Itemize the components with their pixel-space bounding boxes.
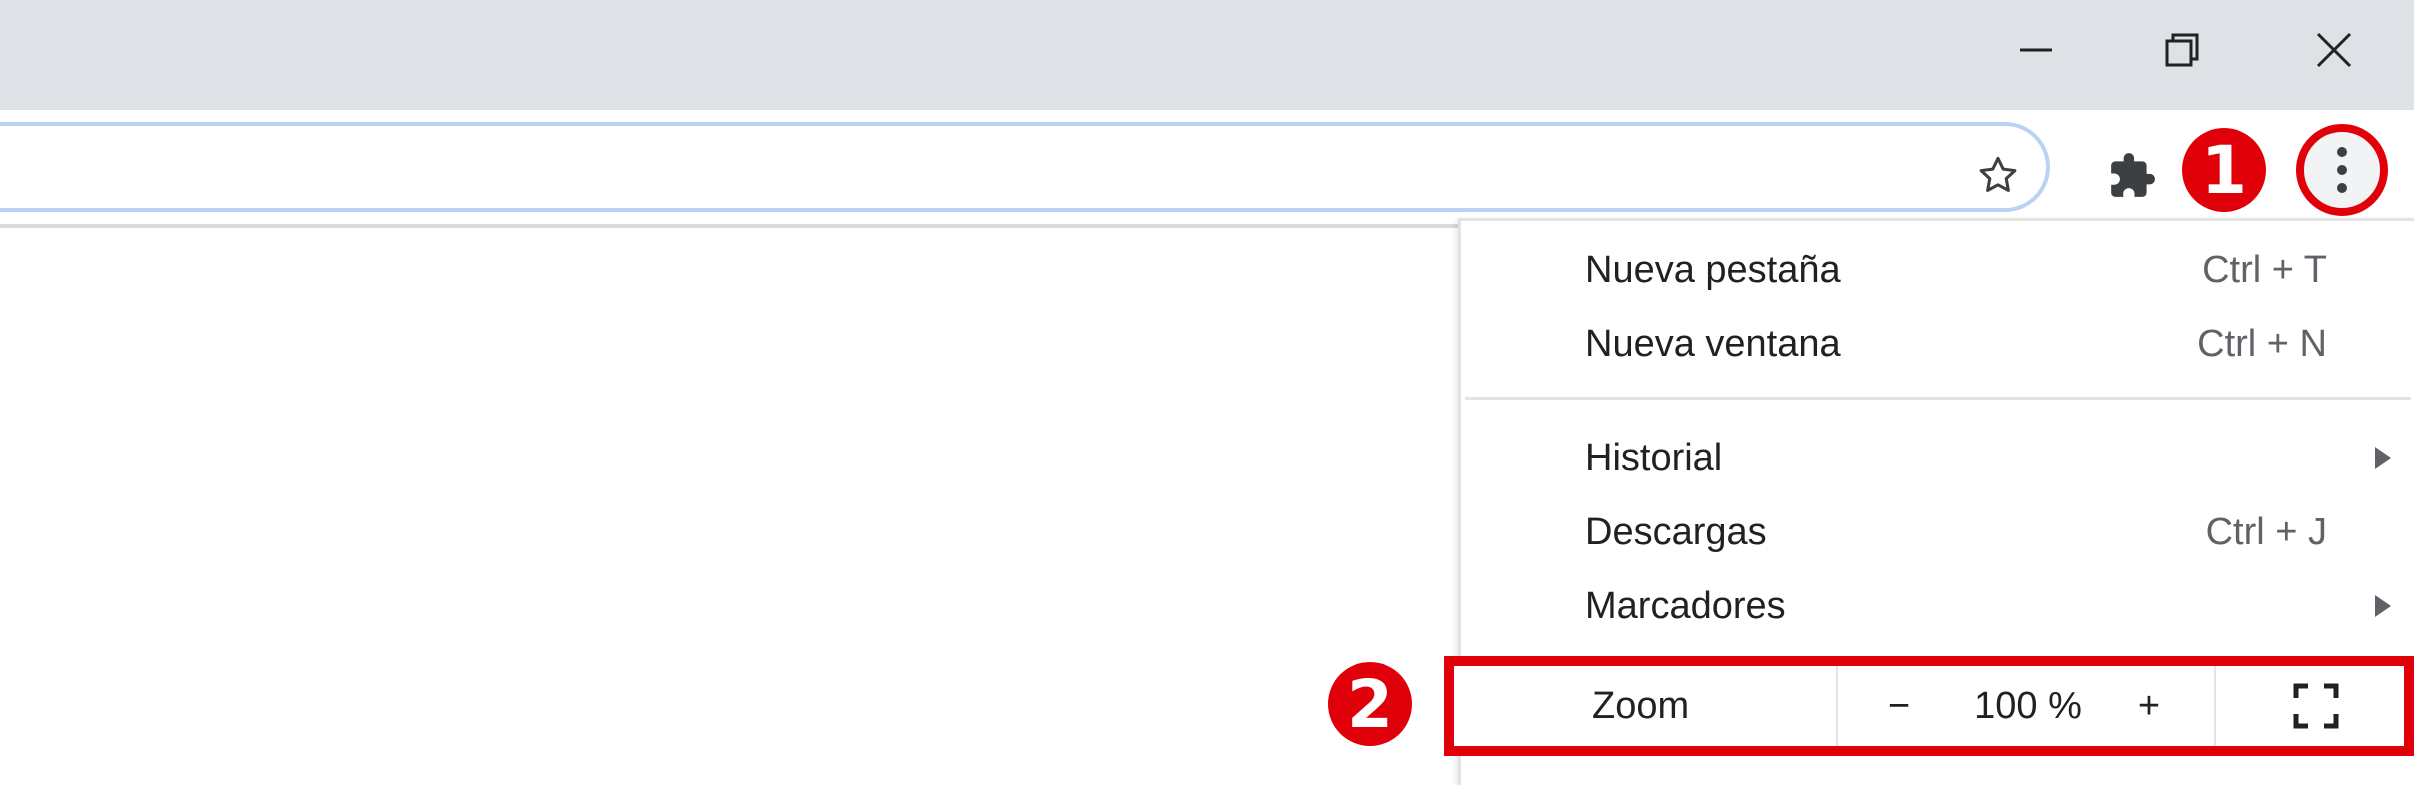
close-icon [2316,32,2352,68]
submenu-arrow-icon [2375,595,2391,617]
minimize-button[interactable] [1996,18,2076,82]
step-2-marker: 2 [1328,662,1412,746]
menu-item-shortcut: Ctrl + T [2202,248,2327,291]
menu-item-shortcut: Ctrl + N [2197,322,2327,365]
fullscreen-icon [2293,683,2339,729]
zoom-out-button[interactable]: − [1854,666,1944,746]
fullscreen-button[interactable] [2266,666,2366,746]
zoom-row: Zoom − 100 % + [1444,656,2414,756]
zoom-in-button[interactable]: + [2104,666,2194,746]
star-icon [1979,156,2017,192]
zoom-label: Zoom [1592,684,1690,727]
zoom-divider [2214,666,2216,746]
three-dots-vertical-icon [2337,147,2347,193]
browser-toolbar [0,110,2414,228]
customize-menu-button[interactable] [2296,124,2388,216]
menu-separator [1465,397,2411,400]
menu-item-shortcut: Ctrl + J [2205,510,2327,553]
extensions-button[interactable] [2096,140,2168,212]
menu-item-label: Nueva ventana [1585,322,1841,365]
menu-item-label: Descargas [1585,510,1767,553]
minimize-icon [2020,48,2052,52]
address-bar[interactable] [0,122,2050,212]
restore-icon [2165,33,2199,67]
menu-item-bookmarks[interactable]: Marcadores [1461,569,2414,643]
submenu-arrow-icon [2375,447,2391,469]
restore-button[interactable] [2142,18,2222,82]
menu-item-new-window[interactable]: Nueva ventana Ctrl + N [1461,307,2414,381]
zoom-level: 100 % [1974,684,2082,727]
menu-item-history[interactable]: Historial [1461,421,2414,495]
puzzle-icon [2111,153,2155,197]
menu-item-label: Historial [1585,436,1723,479]
menu-item-label: Marcadores [1585,584,1786,627]
menu-item-downloads[interactable]: Descargas Ctrl + J [1461,495,2414,569]
step-1-marker: 1 [2182,128,2266,212]
menu-item-label: Nueva pestaña [1585,248,1841,291]
bookmark-button[interactable] [1966,144,2030,208]
toolbar-divider [0,224,1460,228]
zoom-divider [1836,666,1838,746]
title-bar [0,0,2414,110]
menu-item-new-tab[interactable]: Nueva pestaña Ctrl + T [1461,233,2414,307]
close-button[interactable] [2294,18,2374,82]
